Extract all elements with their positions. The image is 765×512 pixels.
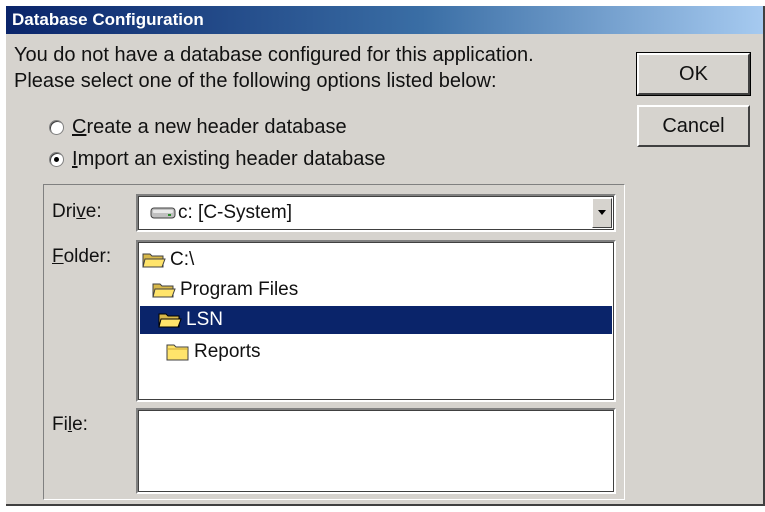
folder-item-reports[interactable]: Reports: [166, 338, 466, 366]
drive-label-post: e:: [85, 201, 102, 222]
drive-select[interactable]: c: [C-System]: [136, 194, 616, 232]
drive-label-pre: Dri: [52, 201, 77, 222]
folder-item-program-files[interactable]: Program Files: [152, 276, 452, 304]
create-label-rest: reate a new header database: [86, 116, 347, 138]
drive-value: c: [C-System]: [178, 202, 293, 223]
import-radio[interactable]: [49, 152, 64, 167]
drive-mnemonic: v: [76, 201, 86, 222]
message-line-1: You do not have a database configured fo…: [14, 44, 534, 66]
folder-item-label: Program Files: [180, 279, 299, 300]
cancel-button[interactable]: Cancel: [637, 105, 750, 147]
create-mnemonic: C: [72, 116, 87, 138]
ok-button[interactable]: OK: [636, 52, 751, 96]
message-line-2: Please select one of the following optio…: [14, 70, 497, 92]
import-label-rest: mport an existing header database: [77, 148, 386, 170]
folder-mnemonic: F: [52, 246, 64, 267]
file-label: File:: [52, 414, 88, 436]
create-database-option[interactable]: Create a new header database: [49, 116, 347, 139]
file-label-pre: Fi: [52, 414, 68, 435]
folder-item-label: C:\: [170, 249, 195, 270]
folder-label: Folder:: [52, 246, 111, 268]
folder-tree[interactable]: C:\ Program Files LSN Reports: [136, 240, 616, 402]
folder-icon: [166, 344, 189, 361]
title-bar[interactable]: Database Configuration: [6, 6, 763, 34]
open-folder-icon: [142, 253, 166, 268]
import-option-label: Import an existing header database: [72, 148, 386, 171]
folder-item-lsn[interactable]: LSN: [140, 306, 612, 334]
create-option-label: Create a new header database: [72, 116, 347, 139]
file-label-post: e:: [72, 414, 88, 435]
window-title: Database Configuration: [12, 10, 204, 29]
hard-drive-icon: [150, 206, 176, 225]
folder-label-rest: older:: [63, 246, 112, 267]
drive-label: Drive:: [52, 201, 102, 223]
database-configuration-dialog: Database Configuration You do not have a…: [6, 6, 765, 506]
open-folder-icon: [158, 313, 182, 328]
open-folder-icon: [152, 283, 176, 298]
folder-item-c-root[interactable]: C:\: [142, 246, 342, 274]
folder-item-label: LSN: [186, 309, 223, 330]
file-list[interactable]: [136, 408, 616, 494]
drive-dropdown-button[interactable]: [592, 198, 612, 228]
create-radio[interactable]: [49, 120, 64, 135]
chevron-down-icon: [598, 210, 606, 215]
import-database-option[interactable]: Import an existing header database: [49, 148, 386, 171]
folder-item-label: Reports: [194, 341, 261, 362]
